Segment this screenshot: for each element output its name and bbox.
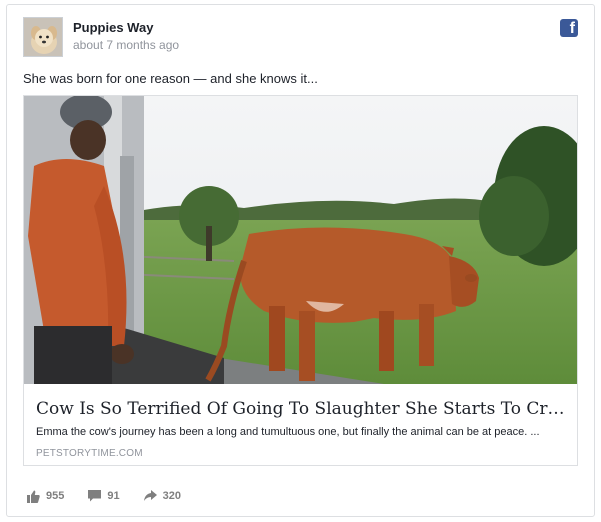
avatar[interactable] <box>23 17 63 57</box>
cow-photo <box>24 96 577 384</box>
shares-count: 320 <box>162 490 181 502</box>
link-preview-image[interactable] <box>24 96 577 384</box>
share-arrow-icon <box>143 490 157 501</box>
page-name[interactable]: Puppies Way <box>73 20 153 35</box>
shares-stat[interactable]: 320 <box>143 490 181 502</box>
engagement-stats: 955 91 320 <box>27 487 205 505</box>
link-title[interactable]: Cow Is So Terrified Of Going To Slaughte… <box>36 399 566 419</box>
likes-count: 955 <box>46 490 65 502</box>
comments-count: 91 <box>107 490 120 502</box>
likes-stat[interactable]: 955 <box>27 490 64 503</box>
link-preview[interactable]: Cow Is So Terrified Of Going To Slaughte… <box>23 95 578 466</box>
puppy-avatar-image <box>24 18 62 56</box>
post-message: She was born for one reason — and she kn… <box>23 71 318 86</box>
post-header: Puppies Way about 7 months ago f <box>23 17 578 59</box>
post-card: Puppies Way about 7 months ago f She was… <box>6 4 595 517</box>
comments-stat[interactable]: 91 <box>88 490 120 502</box>
thumbs-up-icon <box>27 490 40 503</box>
link-description: Emma the cow's journey has been a long a… <box>36 426 540 438</box>
link-domain: PETSTORYTIME.COM <box>36 448 143 459</box>
comment-icon <box>88 490 102 502</box>
post-timestamp[interactable]: about 7 months ago <box>73 38 179 52</box>
facebook-icon[interactable]: f <box>560 19 578 37</box>
